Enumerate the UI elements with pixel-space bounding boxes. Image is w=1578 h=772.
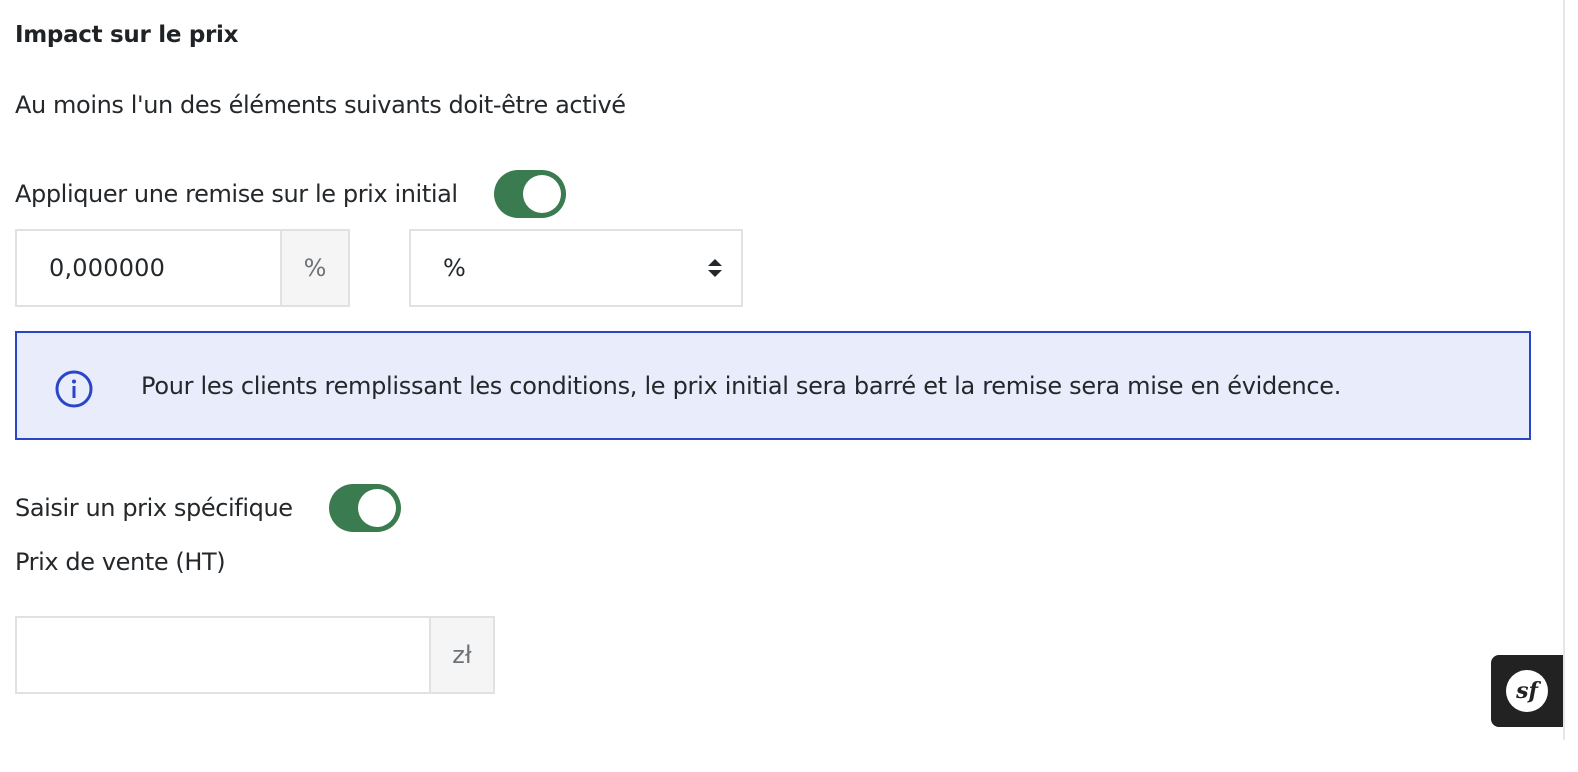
specific-price-toggle-row: Saisir un prix spécifique — [15, 484, 401, 532]
discount-toggle-switch[interactable] — [493, 170, 566, 218]
discount-info-alert: Pour les clients remplissant les conditi… — [15, 331, 1531, 440]
specific-price-toggle-label: Saisir un prix spécifique — [15, 494, 293, 522]
discount-value-input-group: 0,000000 % — [15, 229, 350, 307]
discount-type-selected-value: % — [443, 254, 466, 282]
toggle-knob — [522, 175, 561, 213]
discount-value-input[interactable]: 0,000000 — [17, 231, 280, 305]
page-divider — [1563, 0, 1565, 740]
discount-type-select[interactable]: % — [409, 229, 743, 307]
price-input-group: zł — [15, 616, 495, 694]
price-field-label: Prix de vente (HT) — [15, 548, 226, 576]
price-input[interactable] — [17, 618, 429, 692]
sort-caret-icon — [708, 259, 722, 277]
symfony-logo-icon: sf — [1506, 670, 1548, 712]
section-title: Impact sur le prix — [15, 22, 239, 48]
discount-toggle-label: Appliquer une remise sur le prix initial — [15, 180, 458, 208]
symfony-debug-toolbar-button[interactable]: sf — [1491, 655, 1563, 727]
symfony-logo-text: sf — [1516, 678, 1538, 704]
discount-toggle-row: Appliquer une remise sur le prix initial — [15, 170, 566, 218]
discount-value-suffix: % — [280, 231, 348, 305]
currency-suffix: zł — [429, 618, 493, 692]
specific-price-toggle-switch[interactable] — [328, 484, 401, 532]
section-help-text: Au moins l'un des éléments suivants doit… — [15, 91, 626, 119]
discount-info-text: Pour les clients remplissant les conditi… — [141, 372, 1342, 400]
price-impact-panel: Impact sur le prix Au moins l'un des élé… — [0, 0, 1578, 772]
toggle-knob — [357, 489, 396, 527]
info-circle-icon — [55, 370, 93, 408]
